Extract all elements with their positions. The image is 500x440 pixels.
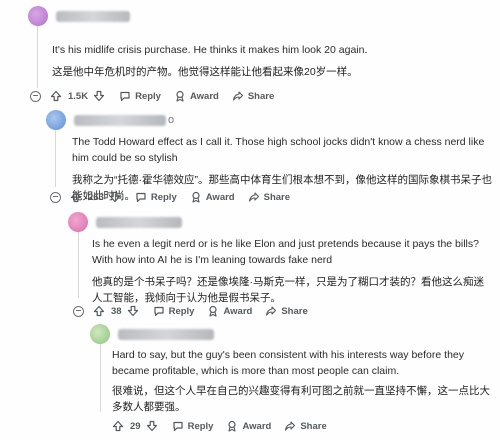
upvote-icon[interactable] (93, 305, 105, 317)
comment-actions: 38 Reply Award Share (73, 301, 321, 321)
share-label: Share (263, 191, 291, 203)
comment-actions: 263 Reply Award Share (50, 187, 303, 207)
thread-line[interactable] (78, 228, 79, 298)
comment-text-english: It's his midlife crisis purchase. He thi… (52, 44, 368, 56)
comment-text-chinese: 这是他中年危机时的产物。他觉得这样能让他看起来像20岁一样。 (52, 66, 358, 78)
comment-text-chinese: 很难说，但这个人早在自己的兴趣变得有利可图之前就一直坚持不懈，这一点比大多数人都… (112, 385, 490, 413)
upvote-icon[interactable] (50, 90, 62, 102)
award-label: Award (189, 90, 219, 102)
comment-text-english: Hard to say, but the guy's been consiste… (112, 349, 464, 377)
username-suffix: o (168, 114, 175, 126)
collapse-thread-button[interactable] (73, 305, 84, 317)
downvote-icon[interactable] (146, 420, 158, 432)
comment-body: Is he even a legit nerd or is he like El… (92, 236, 492, 308)
thread-line[interactable] (37, 22, 38, 88)
reply-button[interactable]: Reply (172, 420, 214, 432)
username-redacted[interactable] (56, 10, 130, 22)
share-button[interactable]: Share (232, 90, 274, 102)
award-label: Award (242, 420, 272, 432)
vote-group: 1.5K (50, 90, 109, 102)
username-redacted[interactable] (118, 328, 214, 340)
share-label: Share (247, 90, 275, 102)
collapse-thread-button[interactable] (30, 90, 41, 102)
vote-count: 263 (88, 191, 104, 203)
share-icon (266, 306, 277, 316)
comment-body: It's his midlife crisis purchase. He thi… (52, 42, 492, 82)
vote-count: 1.5K (68, 90, 89, 102)
comment-header: o (46, 109, 486, 131)
comment-header (68, 211, 488, 233)
reply-icon (172, 421, 183, 432)
comment-text-english: The Todd Howard effect as I call it. Tho… (72, 136, 485, 164)
award-button[interactable]: Award (226, 420, 271, 432)
reply-icon (136, 192, 146, 203)
share-icon (248, 192, 259, 202)
award-icon (192, 191, 200, 203)
comment-text-english: Is he even a legit nerd or is he like El… (92, 238, 479, 266)
reply-button[interactable]: Reply (135, 191, 177, 203)
upvote-icon[interactable] (70, 191, 82, 203)
comment-body: Hard to say, but the guy's been consiste… (112, 347, 492, 417)
share-icon (232, 91, 243, 101)
comment-actions: 29 Reply Award Share (112, 416, 340, 436)
avatar[interactable] (46, 110, 66, 130)
comment (68, 211, 488, 233)
reply-button[interactable]: Reply (119, 90, 161, 102)
share-label: Share (300, 420, 327, 432)
comment-thread: It's his midlife crisis purchase. He thi… (0, 0, 500, 440)
avatar[interactable] (90, 324, 110, 344)
downvote-icon[interactable] (109, 191, 121, 203)
award-button[interactable]: Award (190, 191, 235, 203)
award-icon (228, 420, 237, 432)
comment-header (28, 5, 488, 27)
upvote-icon[interactable] (112, 420, 124, 432)
username-redacted[interactable] (74, 114, 166, 126)
award-button[interactable]: Award (207, 305, 252, 317)
vote-group: 263 (70, 191, 125, 203)
share-button[interactable]: Share (284, 420, 327, 432)
reply-label: Reply (135, 90, 161, 102)
downvote-icon[interactable] (127, 305, 139, 317)
comment-actions: 1.5K Reply Award Share (30, 86, 287, 106)
avatar[interactable] (28, 6, 48, 26)
thread-line[interactable] (55, 125, 56, 187)
reply-icon (153, 306, 164, 317)
reply-label: Reply (150, 191, 177, 203)
share-icon (285, 421, 296, 431)
award-label: Award (223, 305, 253, 317)
award-button[interactable]: Award (174, 90, 219, 102)
share-label: Share (281, 305, 308, 317)
vote-count: 29 (130, 420, 141, 432)
avatar[interactable] (68, 212, 88, 232)
reply-label: Reply (168, 305, 195, 317)
vote-group: 29 (112, 420, 162, 432)
award-icon (209, 305, 218, 317)
comment: o (46, 109, 486, 131)
reply-label: Reply (187, 420, 214, 432)
share-button[interactable]: Share (265, 305, 308, 317)
award-label: Award (205, 191, 235, 203)
comment (90, 323, 490, 345)
comment-header (90, 323, 490, 345)
vote-count: 38 (111, 305, 122, 317)
share-button[interactable]: Share (248, 191, 290, 203)
comment (28, 5, 488, 27)
award-icon (176, 90, 184, 102)
username-redacted[interactable] (96, 216, 182, 228)
vote-group: 38 (93, 305, 143, 317)
reply-button[interactable]: Reply (153, 305, 195, 317)
collapse-thread-button[interactable] (50, 191, 61, 203)
downvote-icon[interactable] (93, 90, 105, 102)
thread-line[interactable] (100, 340, 101, 412)
reply-icon (120, 91, 130, 102)
